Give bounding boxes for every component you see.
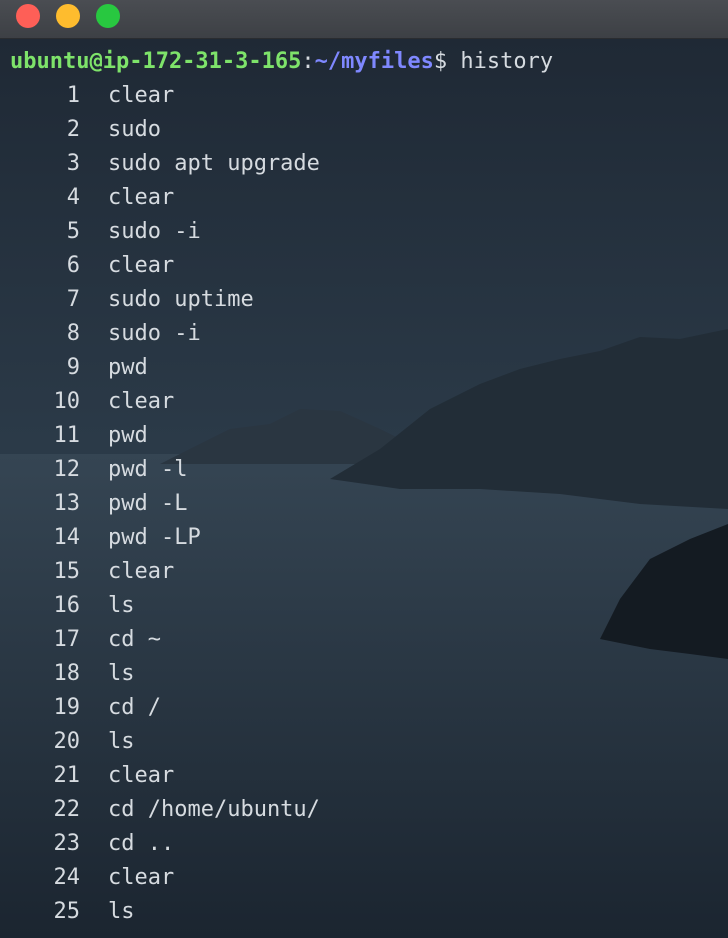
history-number: 3 — [66, 151, 80, 176]
history-command: pwd -l — [108, 457, 188, 482]
history-row: 13 pwd -L — [0, 487, 728, 521]
history-command: cd /home/ubuntu/ — [108, 797, 320, 822]
history-number: 24 — [53, 865, 81, 890]
history-number: 11 — [53, 423, 81, 448]
terminal-output[interactable]: ubuntu@ip-172-31-3-165:~/myfiles$ histor… — [0, 39, 728, 938]
history-command: sudo uptime — [108, 287, 254, 312]
history-command: clear — [108, 763, 175, 788]
history-row: 15 clear — [0, 555, 728, 589]
history-number: 15 — [53, 559, 81, 584]
history-number: 14 — [53, 525, 81, 550]
history-row: 6 clear — [0, 249, 728, 283]
history-number: 20 — [53, 729, 81, 754]
history-number: 19 — [53, 695, 81, 720]
history-command: clear — [108, 389, 175, 414]
history-list: 1 clear 2 sudo 3 sudo apt upgrade 4 clear 5 sudo … — [0, 79, 728, 929]
history-row: 22 cd /home/ubuntu/ — [0, 793, 728, 827]
history-row: 24 clear — [0, 861, 728, 895]
maximize-button[interactable] — [96, 4, 120, 28]
history-number: 6 — [66, 253, 80, 278]
history-command: sudo -i — [108, 219, 201, 244]
history-row: 14 pwd -LP — [0, 521, 728, 555]
prompt-command: history — [460, 49, 554, 74]
title-bar — [0, 0, 728, 39]
history-number: 16 — [53, 593, 81, 618]
history-number: 8 — [66, 321, 80, 346]
history-command: cd .. — [108, 831, 175, 856]
history-number: 18 — [53, 661, 81, 686]
history-command: clear — [108, 185, 175, 210]
history-command: pwd — [108, 423, 148, 448]
history-command: ls — [108, 729, 135, 754]
prompt-path: ~/myfiles — [314, 49, 434, 74]
history-row: 25 ls — [0, 895, 728, 929]
history-command: clear — [108, 83, 175, 108]
terminal-window: ubuntu@ip-172-31-3-165:~/myfiles$ histor… — [0, 0, 728, 938]
history-row: 8 sudo -i — [0, 317, 728, 351]
history-command: pwd -L — [108, 491, 188, 516]
history-row: 4 clear — [0, 181, 728, 215]
history-row: 19 cd / — [0, 691, 728, 725]
history-number: 7 — [66, 287, 80, 312]
prompt-symbol: $ — [433, 49, 461, 74]
history-number: 10 — [53, 389, 81, 414]
history-command: cd / — [108, 695, 161, 720]
history-row: 23 cd .. — [0, 827, 728, 861]
prompt-line: ubuntu@ip-172-31-3-165:~/myfiles$ histor… — [10, 47, 553, 77]
prompt-user-host: ubuntu@ip-172-31-3-165 — [10, 49, 302, 74]
history-number: 25 — [53, 899, 81, 924]
close-button[interactable] — [16, 4, 40, 28]
history-command: ls — [108, 661, 135, 686]
history-row: 10 clear — [0, 385, 728, 419]
history-command: sudo — [108, 117, 161, 142]
history-row: 5 sudo -i — [0, 215, 728, 249]
history-command: ls — [108, 899, 135, 924]
minimize-button[interactable] — [56, 4, 80, 28]
history-command: clear — [108, 559, 175, 584]
history-row: 11 pwd — [0, 419, 728, 453]
history-row: 21 clear — [0, 759, 728, 793]
history-row: 17 cd ~ — [0, 623, 728, 657]
history-command: cd ~ — [108, 627, 161, 652]
history-number: 13 — [53, 491, 81, 516]
history-row: 16 ls — [0, 589, 728, 623]
history-number: 2 — [66, 117, 80, 142]
history-command: sudo apt upgrade — [108, 151, 320, 176]
history-row: 1 clear — [0, 79, 728, 113]
history-row: 7 sudo uptime — [0, 283, 728, 317]
history-number: 23 — [53, 831, 81, 856]
history-command: ls — [108, 593, 135, 618]
history-command: pwd -LP — [108, 525, 201, 550]
history-command: sudo -i — [108, 321, 201, 346]
history-row: 3 sudo apt upgrade — [0, 147, 728, 181]
history-number: 9 — [66, 355, 80, 380]
history-number: 4 — [66, 185, 80, 210]
history-number: 21 — [53, 763, 81, 788]
history-number: 17 — [53, 627, 81, 652]
history-command: clear — [108, 253, 175, 278]
prompt-colon: : — [301, 49, 315, 74]
history-row: 18 ls — [0, 657, 728, 691]
history-number: 5 — [66, 219, 80, 244]
history-number: 22 — [53, 797, 81, 822]
history-row: 9 pwd — [0, 351, 728, 385]
history-number: 1 — [66, 83, 80, 108]
history-number: 12 — [53, 457, 81, 482]
history-row: 20 ls — [0, 725, 728, 759]
history-row: 12 pwd -l — [0, 453, 728, 487]
history-row: 2 sudo — [0, 113, 728, 147]
history-command: pwd — [108, 355, 148, 380]
history-command: clear — [108, 865, 175, 890]
